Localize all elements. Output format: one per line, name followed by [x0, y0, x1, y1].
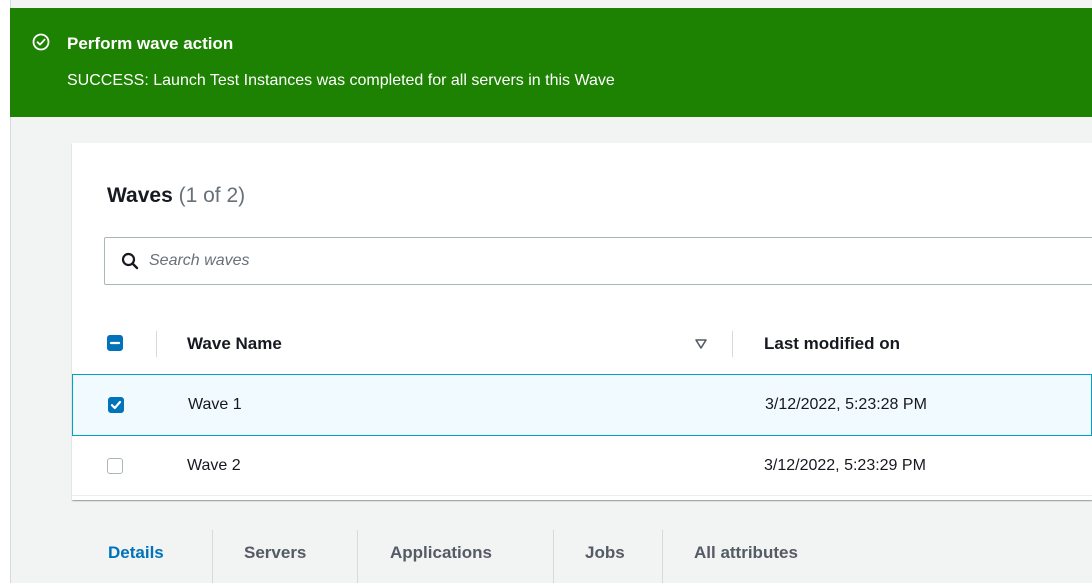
detail-tabs: Details Servers Applications Jobs All at…: [72, 530, 1092, 583]
tab-details[interactable]: Details: [108, 543, 164, 563]
banner-title: Perform wave action: [67, 34, 234, 53]
panel-count: (1 of 2): [178, 184, 246, 207]
sort-down-triangle-icon[interactable]: [694, 337, 708, 351]
tab-servers[interactable]: Servers: [244, 543, 306, 563]
checkmark-icon: [110, 400, 122, 410]
column-separator: [732, 331, 733, 357]
table-row[interactable]: Wave 2 3/12/2022, 5:23:29 PM: [72, 436, 1092, 496]
last-modified-cell: 3/12/2022, 5:23:28 PM: [765, 396, 927, 413]
wave-name-cell: Wave 1: [188, 396, 242, 413]
tab-separator: [662, 530, 663, 583]
table-header-row: Wave Name Last modified on: [72, 313, 1092, 375]
column-separator: [156, 331, 157, 357]
panel-heading: Waves (1 of 2): [107, 183, 245, 209]
row-checkbox[interactable]: [107, 458, 123, 474]
column-header-wave-name[interactable]: Wave Name: [187, 334, 282, 354]
banner-message: SUCCESS: Launch Test Instances was compl…: [67, 72, 615, 89]
row-checkbox[interactable]: [108, 397, 124, 413]
tab-applications[interactable]: Applications: [390, 543, 492, 563]
tab-separator: [357, 530, 358, 583]
waves-table: Wave Name Last modified on Wave 1 3/12/2…: [72, 313, 1092, 496]
wave-name-cell: Wave 2: [187, 457, 241, 474]
tab-all-attributes[interactable]: All attributes: [694, 543, 798, 563]
table-row[interactable]: Wave 1 3/12/2022, 5:23:28 PM: [72, 374, 1092, 436]
column-header-last-modified[interactable]: Last modified on: [764, 334, 900, 354]
search-box[interactable]: [104, 237, 1092, 285]
tab-separator: [553, 530, 554, 583]
select-all-checkbox[interactable]: [107, 335, 123, 351]
check-circle-icon: [32, 33, 50, 51]
minus-icon: [109, 341, 121, 345]
search-input[interactable]: [149, 246, 1049, 276]
flash-success-banner: Perform wave action SUCCESS: Launch Test…: [10, 8, 1092, 117]
tab-separator: [212, 530, 213, 583]
waves-table-panel: Waves (1 of 2) Wave Name Last modified o…: [72, 143, 1092, 500]
tab-jobs[interactable]: Jobs: [585, 543, 625, 563]
search-icon: [121, 252, 139, 270]
last-modified-cell: 3/12/2022, 5:23:29 PM: [764, 457, 926, 474]
panel-title: Waves: [107, 184, 173, 207]
